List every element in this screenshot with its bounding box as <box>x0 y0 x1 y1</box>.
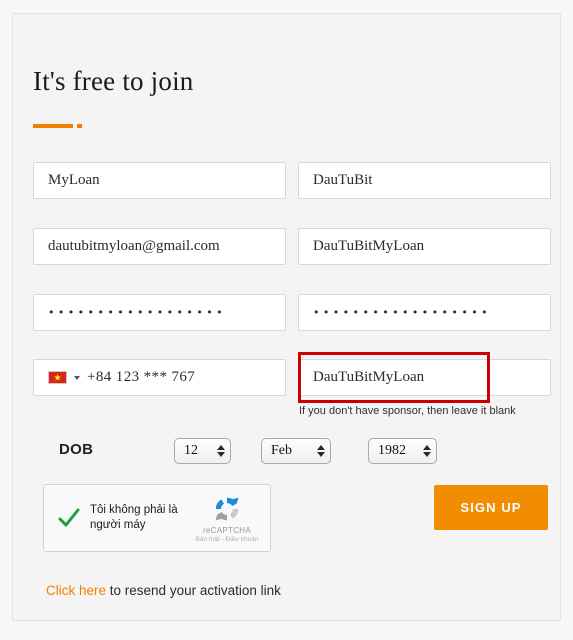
resend-activation-link[interactable]: Click here <box>46 583 106 598</box>
phone-input[interactable]: ★ +84 123 *** 767 <box>33 359 286 396</box>
recaptcha-label: Tôi không phải là người máy <box>90 504 178 531</box>
title-accent-bar <box>33 124 73 128</box>
stepper-icon <box>423 445 431 457</box>
signup-card: It's free to join MyLoan DauTuBit dautub… <box>12 13 561 621</box>
resend-activation-text: to resend your activation link <box>106 583 281 598</box>
chevron-down-icon <box>423 452 431 457</box>
password-input[interactable]: •••••••••••••••••• <box>33 294 286 331</box>
page-title: It's free to join <box>33 66 194 96</box>
dob-year-select[interactable]: 1982 <box>368 438 437 464</box>
title-accent-dot <box>77 124 82 128</box>
phone-inner: ★ +84 123 *** 767 <box>48 369 195 386</box>
chevron-up-icon <box>317 445 325 450</box>
recaptcha-terms-links[interactable]: Bảo mật - Điều khoản <box>191 536 263 543</box>
first-name-input[interactable]: MyLoan <box>33 162 286 199</box>
vietnam-flag-icon[interactable]: ★ <box>48 371 67 384</box>
recaptcha-logo-icon <box>215 497 239 521</box>
dob-month-value: Feb <box>271 443 292 458</box>
stepper-icon <box>217 445 225 457</box>
dob-day-value: 12 <box>184 443 198 458</box>
chevron-down-icon <box>217 452 225 457</box>
signup-page: It's free to join MyLoan DauTuBit dautub… <box>0 0 573 640</box>
checkmark-icon[interactable] <box>57 506 81 530</box>
flag-star: ★ <box>53 372 62 382</box>
chevron-up-icon <box>423 445 431 450</box>
last-name-input[interactable]: DauTuBit <box>298 162 551 199</box>
chevron-down-icon <box>317 452 325 457</box>
recaptcha-brand-name: reCAPTCHA <box>202 526 252 535</box>
dob-year-value: 1982 <box>378 443 406 458</box>
recaptcha-branding: reCAPTCHA Bảo mật - Điều khoản <box>191 493 263 543</box>
chevron-down-icon[interactable] <box>74 375 80 380</box>
username-input[interactable]: DauTuBitMyLoan <box>298 228 551 265</box>
chevron-up-icon <box>217 445 225 450</box>
email-input[interactable]: dautubitmyloan@gmail.com <box>33 228 286 265</box>
dob-day-select[interactable]: 12 <box>174 438 231 464</box>
sponsor-highlight-box <box>298 352 490 403</box>
confirm-password-input[interactable]: •••••••••••••••••• <box>298 294 551 331</box>
recaptcha-widget[interactable]: Tôi không phải là người máy reCAPTCHA Bả… <box>43 484 271 552</box>
sponsor-helper-text: If you don't have sponsor, then leave it… <box>299 405 516 417</box>
dob-label: DOB <box>59 441 94 458</box>
phone-number-value: +84 123 *** 767 <box>87 369 196 385</box>
dob-month-select[interactable]: Feb <box>261 438 331 464</box>
signup-button[interactable]: SIGN UP <box>434 485 548 530</box>
resend-activation-line: Click here to resend your activation lin… <box>46 583 281 598</box>
stepper-icon <box>317 445 325 457</box>
